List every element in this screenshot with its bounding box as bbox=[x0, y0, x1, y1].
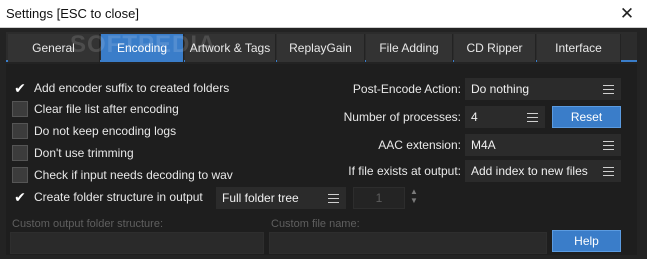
post-encode-label: Post-Encode Action: bbox=[352, 82, 461, 96]
processes-label: Number of processes: bbox=[343, 110, 461, 124]
option-label: Do not keep encoding logs bbox=[34, 124, 177, 138]
tab-replaygain[interactable]: ReplayGain bbox=[277, 34, 365, 62]
checkbox-icon[interactable] bbox=[12, 167, 28, 183]
folder-depth-value: 1 bbox=[375, 191, 383, 205]
custom-output-label: Custom output folder structure: bbox=[12, 218, 164, 230]
option-no-encoding-logs[interactable]: Do not keep encoding logs bbox=[12, 122, 176, 140]
window-title: Settings [ESC to close] bbox=[6, 6, 139, 21]
option-check-decoding[interactable]: Check if input needs decoding to wav bbox=[12, 166, 233, 184]
processes-value: 4 bbox=[471, 110, 478, 124]
folder-structure-value: Full folder tree bbox=[222, 191, 299, 205]
tab-artwork-tags[interactable]: Artwork & Tags bbox=[185, 34, 276, 62]
help-button[interactable]: Help bbox=[552, 230, 621, 252]
close-icon[interactable]: ✕ bbox=[607, 0, 647, 28]
tab-encoding[interactable]: Encoding bbox=[101, 34, 184, 62]
dropdown-menu-icon bbox=[603, 141, 614, 150]
tab-bar: General Encoding Artwork & Tags ReplayGa… bbox=[6, 32, 637, 62]
folder-depth-spinner[interactable]: 1 bbox=[353, 187, 405, 209]
dropdown-menu-icon bbox=[527, 113, 538, 122]
folder-structure-select[interactable]: Full folder tree bbox=[216, 187, 346, 209]
tab-interface[interactable]: Interface bbox=[537, 34, 621, 62]
checkbox-checked-icon[interactable]: ✔ bbox=[12, 189, 28, 205]
custom-filename-label: Custom file name: bbox=[271, 218, 360, 230]
option-create-folder-structure[interactable]: ✔ Create folder structure in output bbox=[12, 188, 203, 206]
option-label: Check if input needs decoding to wav bbox=[34, 168, 233, 182]
reset-button[interactable]: Reset bbox=[552, 106, 621, 128]
file-exists-label: If file exists at output: bbox=[348, 164, 461, 178]
option-no-trimming[interactable]: Don't use trimming bbox=[12, 144, 134, 162]
option-add-encoder-suffix[interactable]: ✔ Add encoder suffix to created folders bbox=[12, 79, 229, 97]
checkbox-icon[interactable] bbox=[12, 101, 28, 117]
title-bar: Settings [ESC to close] ✕ bbox=[0, 0, 647, 28]
post-encode-value: Do nothing bbox=[471, 82, 530, 96]
aac-extension-select[interactable]: M4A bbox=[465, 134, 621, 156]
processes-select[interactable]: 4 bbox=[465, 106, 545, 128]
custom-output-input[interactable] bbox=[10, 232, 264, 254]
aac-extension-label: AAC extension: bbox=[378, 138, 461, 152]
option-label: Don't use trimming bbox=[34, 146, 134, 160]
file-exists-value: Add index to new files bbox=[471, 164, 588, 178]
option-clear-file-list[interactable]: Clear file list after encoding bbox=[12, 100, 179, 118]
dropdown-menu-icon bbox=[603, 167, 614, 176]
tab-cd-ripper[interactable]: CD Ripper bbox=[454, 34, 536, 62]
checkbox-checked-icon[interactable]: ✔ bbox=[12, 80, 28, 96]
post-encode-select[interactable]: Do nothing bbox=[465, 78, 621, 100]
spinner-arrows-icon[interactable]: ▲ ▼ bbox=[409, 187, 419, 209]
checkbox-icon[interactable] bbox=[12, 123, 28, 139]
file-exists-select[interactable]: Add index to new files bbox=[465, 160, 621, 182]
option-label: Clear file list after encoding bbox=[34, 102, 179, 116]
option-label: Create folder structure in output bbox=[34, 190, 203, 204]
checkbox-icon[interactable] bbox=[12, 145, 28, 161]
dropdown-menu-icon bbox=[603, 85, 614, 94]
option-label: Add encoder suffix to created folders bbox=[34, 81, 230, 95]
custom-filename-input[interactable] bbox=[269, 232, 547, 254]
dropdown-menu-icon bbox=[328, 194, 339, 203]
tab-file-adding[interactable]: File Adding bbox=[366, 34, 453, 62]
aac-extension-value: M4A bbox=[471, 138, 496, 152]
tab-general[interactable]: General bbox=[8, 34, 100, 62]
